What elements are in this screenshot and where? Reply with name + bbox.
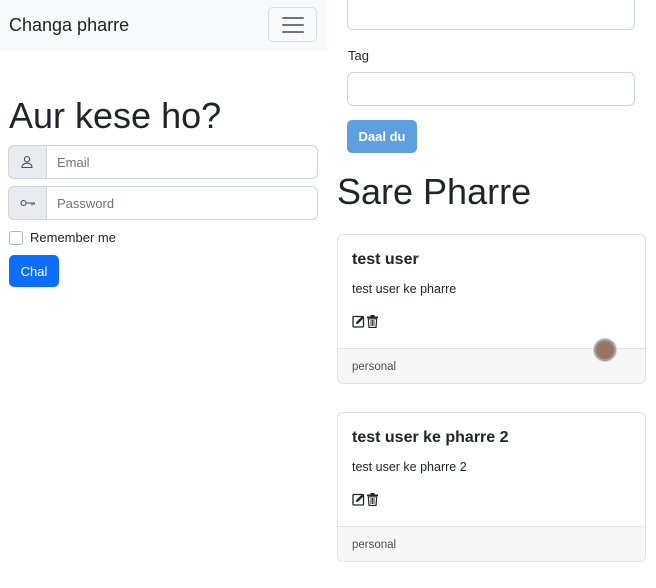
note-body: test user ke pharre — [352, 282, 457, 296]
password-input-group — [8, 186, 318, 220]
remember-me: Remember me — [9, 230, 116, 245]
user-icon — [8, 145, 46, 179]
add-note-button[interactable]: Daal du — [347, 120, 417, 153]
note-actions — [352, 315, 379, 328]
trash-icon[interactable] — [366, 493, 379, 506]
login-submit-button[interactable]: Chal — [9, 255, 59, 287]
note-actions — [352, 493, 379, 506]
note-tag: personal — [352, 361, 397, 373]
note-title: test user ke pharre 2 — [352, 429, 509, 446]
edit-icon[interactable] — [352, 315, 365, 328]
note-card: test user test user ke pharre personal — [337, 234, 646, 384]
note-card: test user ke pharre 2 test user ke pharr… — [337, 412, 646, 562]
password-field[interactable] — [46, 186, 318, 220]
email-field[interactable] — [46, 145, 318, 179]
hamburger-icon — [282, 17, 304, 33]
navbar-brand[interactable]: Changa pharre — [9, 15, 129, 36]
note-title: test user — [352, 251, 419, 268]
app-root: Changa pharre Aur kese ho? Email Remembe… — [0, 0, 656, 588]
note-footer: personal — [338, 526, 645, 561]
email-input-group — [8, 145, 318, 179]
tag-label: Tag — [348, 48, 369, 63]
note-tag: personal — [352, 539, 397, 551]
navbar: Changa pharre — [0, 0, 327, 50]
navbar-toggler-button[interactable] — [268, 7, 317, 42]
tag-input[interactable] — [347, 72, 635, 106]
note-text-field[interactable] — [347, 0, 635, 30]
login-heading: Aur kese ho? — [9, 95, 222, 136]
notes-heading: Sare Pharre — [337, 171, 532, 212]
remember-checkbox[interactable] — [9, 230, 23, 245]
note-body: test user ke pharre 2 — [352, 460, 467, 474]
edit-icon[interactable] — [352, 493, 365, 506]
notes-panel: Tag Daal du Sare Pharre test user test u… — [327, 0, 656, 588]
key-icon — [8, 186, 46, 220]
remember-label[interactable]: Remember me — [30, 230, 116, 245]
trash-icon[interactable] — [366, 315, 379, 328]
mouse-cursor — [594, 339, 616, 361]
login-panel: Changa pharre Aur kese ho? Email Remembe… — [0, 0, 327, 588]
